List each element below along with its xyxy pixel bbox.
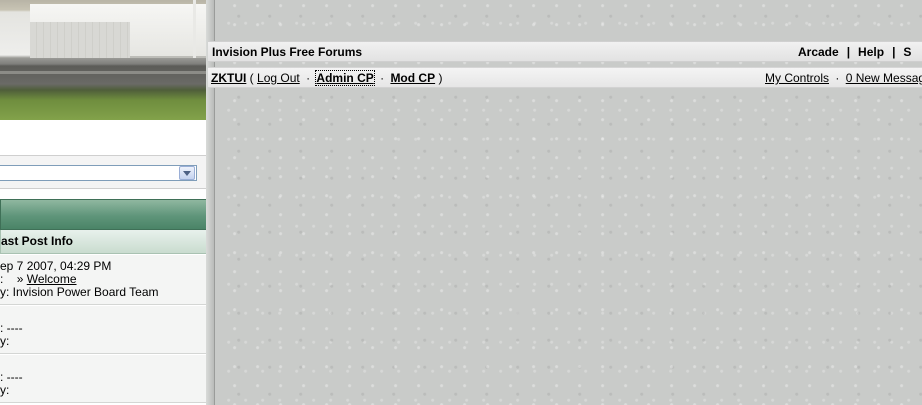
admin-cp-link[interactable]: Admin CP [315,70,375,86]
my-controls-link[interactable]: My Controls [765,71,829,85]
new-messages-link[interactable]: 0 New Messag [846,71,922,85]
separator-dot: · [835,71,840,85]
site-title[interactable]: Invision Plus Free Forums [212,42,362,62]
log-out-link[interactable]: Log Out [257,71,300,85]
last-post-date: : ---- [0,321,23,335]
nav-link-help[interactable]: Help [858,45,884,59]
banner-hangar [30,4,206,58]
nav-link-search[interactable]: S [903,45,911,59]
forum-jump-container [0,155,207,189]
last-post-by: y: [0,334,10,348]
last-post-by: y: [0,383,10,397]
separator-dot: · [380,71,385,85]
forum-jump-select[interactable] [0,165,197,181]
last-post-in-label: : [0,272,4,286]
column-header-last-post-info: ast Post Info [0,230,208,254]
banner-hangar-door [30,22,130,58]
nav-separator: | [846,45,851,59]
chevron-down-icon[interactable] [179,166,195,180]
user-bar-left: ZKTUI ( Log Out · Admin CP · Mod CP ) [211,68,442,88]
table-row: ep 7 2007, 04:29 PM : » Welcome y: Invis… [0,255,208,305]
forum-page-panel: ast Post Info ep 7 2007, 04:29 PM : » We… [0,0,215,405]
last-post-date: : ---- [0,370,23,384]
nav-links: Arcade | Help | S [798,42,911,62]
mod-cp-link[interactable]: Mod CP [390,71,435,85]
banner-pole [193,0,196,58]
close-paren: ) [438,71,443,85]
arrow-icon: » [16,272,24,286]
nav-link-arcade[interactable]: Arcade [798,45,839,59]
category-header [0,199,208,230]
last-post-by: y: Invision Power Board Team [0,285,159,299]
separator-dot: · [306,71,311,85]
user-bar: ZKTUI ( Log Out · Admin CP · Mod CP ) My… [208,67,922,88]
table-row: : ---- y: [0,306,208,354]
user-bar-right: My Controls · 0 New Messag [765,68,922,88]
last-post-link[interactable]: Welcome [27,272,77,286]
banner-photo [0,0,206,120]
username-link[interactable]: ZKTUI [211,71,246,85]
nav-bar: Invision Plus Free Forums Arcade | Help | S [208,41,922,62]
open-paren: ( [249,71,254,85]
nav-separator: | [892,45,896,59]
banner-runway [0,71,206,74]
table-row: : ---- y: [0,355,208,403]
